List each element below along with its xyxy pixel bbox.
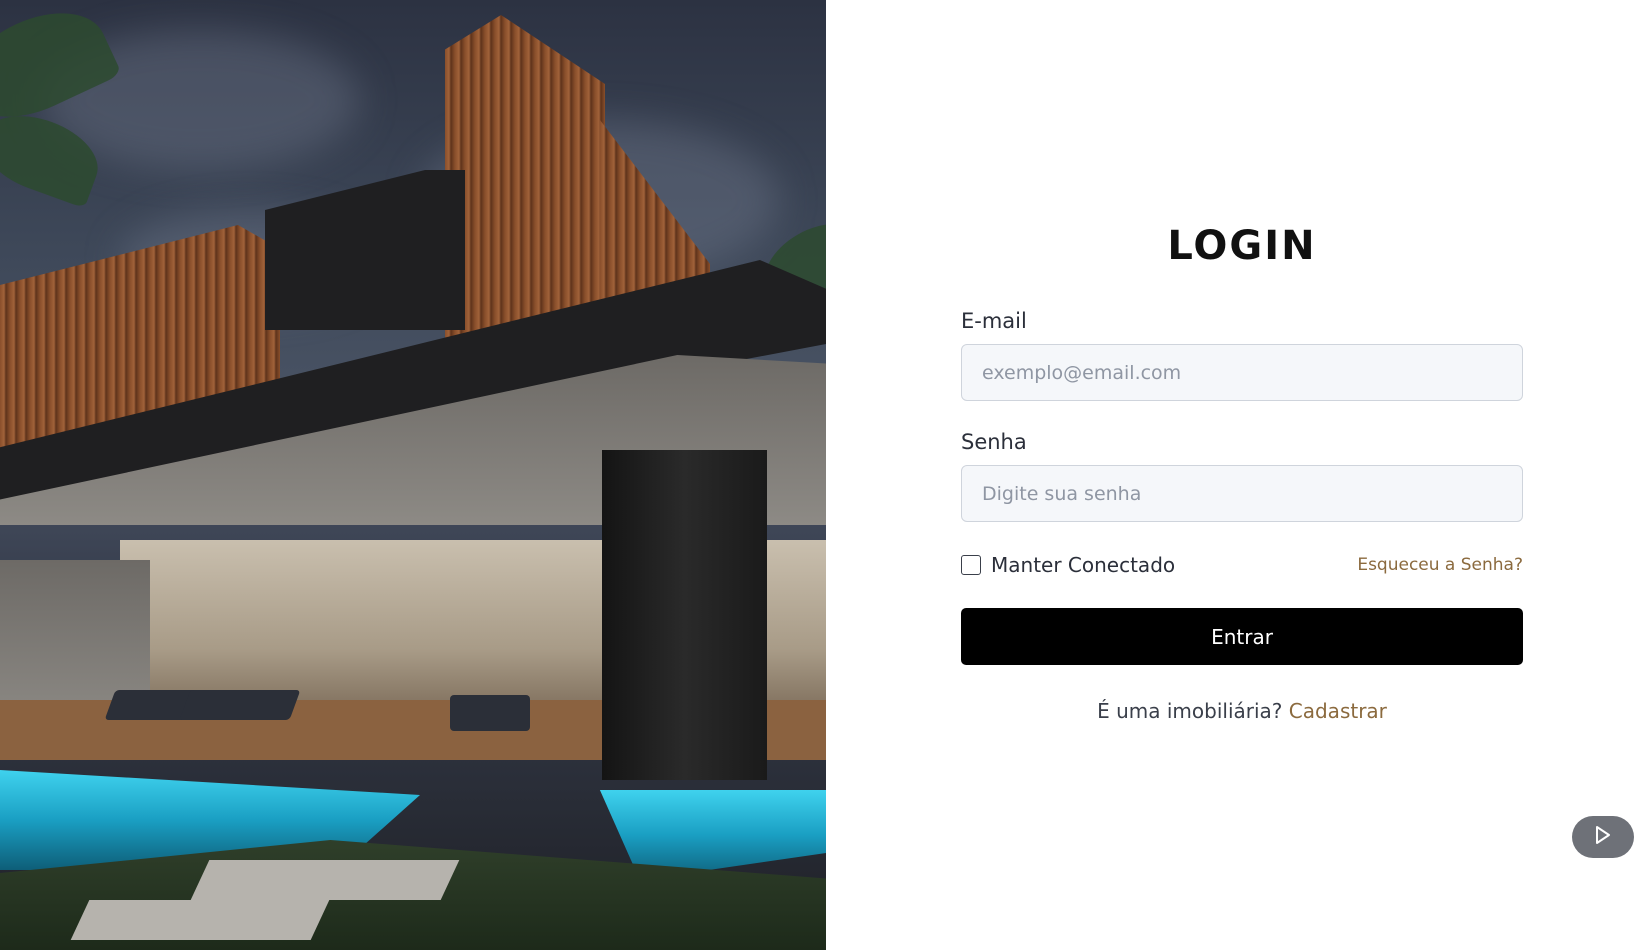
register-row: É uma imobiliária? Cadastrar	[961, 699, 1523, 723]
password-field[interactable]	[961, 465, 1523, 522]
remember-checkbox[interactable]	[961, 555, 981, 575]
email-group: E-mail	[961, 308, 1523, 401]
login-button[interactable]: Entrar	[961, 608, 1523, 665]
remember-me[interactable]: Manter Conectado	[961, 553, 1175, 577]
stepping-stone	[70, 900, 330, 940]
stepping-stone	[190, 860, 460, 900]
armchair	[450, 695, 530, 731]
register-prompt: É uma imobiliária?	[1097, 699, 1289, 723]
email-field[interactable]	[961, 344, 1523, 401]
page-title: LOGIN	[1167, 223, 1317, 269]
password-group: Senha	[961, 429, 1523, 522]
register-link[interactable]: Cadastrar	[1289, 699, 1387, 723]
hero-house-image	[0, 0, 826, 950]
login-form: LOGIN E-mail Senha Manter Conectado Esqu…	[961, 222, 1523, 723]
login-page: LOGIN E-mail Senha Manter Conectado Esqu…	[0, 0, 1647, 950]
play-button[interactable]	[1572, 816, 1634, 858]
upper-slab	[265, 170, 465, 330]
lounge-chair	[179, 690, 301, 720]
login-panel: LOGIN E-mail Senha Manter Conectado Esqu…	[826, 0, 1647, 950]
remember-label: Manter Conectado	[991, 553, 1176, 577]
forgot-password-link[interactable]: Esqueceu a Senha?	[1357, 555, 1523, 575]
play-icon	[1593, 824, 1613, 850]
options-row: Manter Conectado Esqueceu a Senha?	[961, 550, 1523, 580]
password-label: Senha	[961, 430, 1027, 454]
email-label: E-mail	[961, 309, 1027, 333]
black-pillar	[602, 450, 767, 780]
